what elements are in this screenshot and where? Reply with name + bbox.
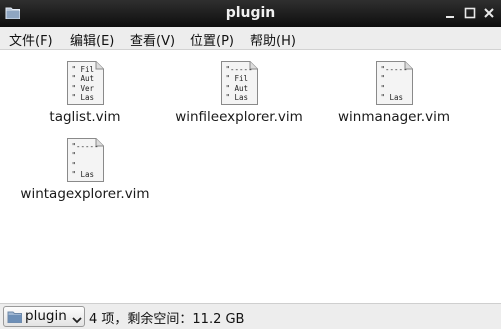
file-view[interactable]: " Fil " Aut " Ver " Las taglist.vim "----- "… (0, 50, 501, 303)
menu-edit[interactable]: 编辑(E) (70, 30, 114, 49)
file-item-winfileexplorer[interactable]: "----- " Fil " Aut " Las winfileexplorer.vi… (164, 61, 314, 125)
vim-script-file-icon: "----- " Fil " Aut " Las (220, 61, 258, 105)
status-summary: 4 项，剩余空间：11.2 GB (89, 312, 245, 327)
menu-help[interactable]: 帮助(H) (250, 30, 296, 49)
maximize-button[interactable] (464, 7, 476, 19)
vim-script-file-icon: " Fil " Aut " Ver " Las (66, 61, 104, 105)
menu-view[interactable]: 查看(V) (130, 30, 175, 49)
location-label: plugin (25, 308, 67, 324)
title-bar: plugin (0, 0, 501, 27)
menu-bar: 文件(F) 编辑(E) 查看(V) 位置(P) 帮助(H) (0, 27, 501, 50)
file-item-wintagexplorer[interactable]: "----- " " " Las wintagexplorer.vim (10, 138, 160, 202)
minimize-button[interactable] (444, 7, 456, 19)
file-name: winmanager.vim (338, 109, 450, 125)
file-name: taglist.vim (49, 109, 121, 125)
menu-location[interactable]: 位置(P) (190, 30, 234, 49)
menu-file[interactable]: 文件(F) (9, 30, 53, 49)
vim-script-file-icon: "----- " " " Las (375, 61, 413, 105)
file-name: wintagexplorer.vim (20, 186, 150, 202)
file-name: winfileexplorer.vim (175, 109, 303, 125)
file-item-taglist[interactable]: " Fil " Aut " Ver " Las taglist.vim (10, 61, 160, 125)
window-title: plugin (225, 5, 276, 21)
status-bar: plugin 4 项，剩余空间：11.2 GB (0, 303, 501, 329)
close-button[interactable] (483, 7, 495, 19)
folder-icon (7, 310, 23, 324)
file-item-winmanager[interactable]: "----- " " " Las winmanager.vim (319, 61, 469, 125)
location-dropdown[interactable]: plugin (3, 306, 85, 327)
vim-script-file-icon: "----- " " " Las (66, 138, 104, 182)
chevron-down-icon (72, 313, 82, 324)
